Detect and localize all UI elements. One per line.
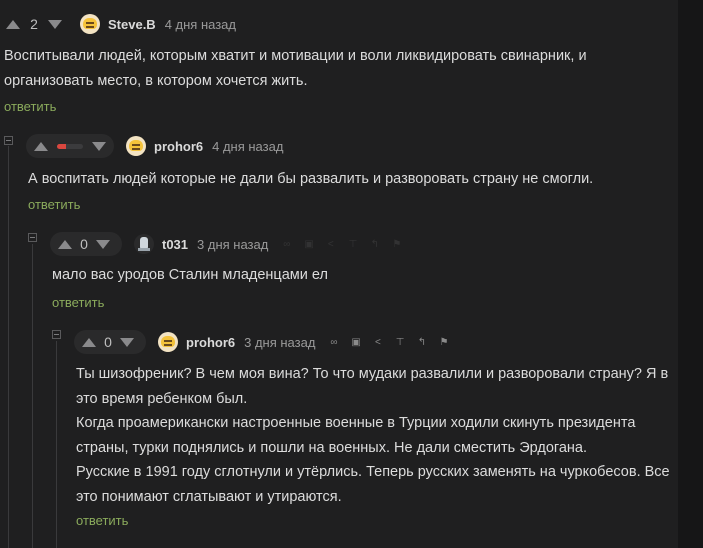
comment-line: организовать место, в котором хочется жи…: [4, 72, 308, 89]
comment-body: А воспитать людей которые не дали бы раз…: [28, 167, 593, 192]
upvote-icon[interactable]: [82, 337, 96, 347]
branch-icon[interactable]: ↰: [370, 239, 379, 249]
vote-block: 0: [50, 232, 122, 256]
comment-time[interactable]: 3 дня назад: [244, 335, 315, 350]
comment-author[interactable]: Steve.B: [108, 17, 156, 32]
comments-page: 2 Steve.B 4 дня назад Воспитывали людей,…: [0, 0, 678, 548]
page-scroll-area[interactable]: [678, 0, 703, 548]
share-icon[interactable]: <: [326, 239, 335, 249]
comment-tools: ∞ ▣ < ⊤ ↰ ⚑: [282, 239, 401, 249]
thread-line-1[interactable]: [8, 146, 9, 548]
collapse-toggle-2[interactable]: [28, 233, 37, 242]
comment-body: Воспитывали людей, которым хватит и моти…: [4, 44, 587, 93]
comment-line: Русские в 1991 году сглотнули и утёрлись…: [76, 464, 670, 480]
comment-header: 0 t031 3 дня назад ∞ ▣ < ⊤ ↰ ⚑: [50, 232, 401, 256]
reply-link[interactable]: ответить: [52, 295, 104, 310]
comment-score: 0: [80, 236, 88, 252]
comment-time[interactable]: 4 дня назад: [165, 17, 236, 32]
collapse-toggle-1[interactable]: [4, 136, 13, 145]
comment-body: Ты шизофреник? В чем моя вина? То что му…: [76, 362, 670, 509]
reply-link[interactable]: ответить: [4, 99, 56, 114]
share-icon[interactable]: <: [373, 337, 382, 347]
comment-line: А воспитать людей которые не дали бы раз…: [28, 171, 594, 187]
jump-to-parent-icon[interactable]: ⊤: [348, 239, 357, 249]
comment-header: 0 prohor6 3 дня назад ∞ ▣ < ⊤ ↰ ⚑: [74, 330, 448, 354]
save-icon[interactable]: ▣: [304, 239, 313, 249]
comment-line: Когда проамерикански настроенные военные…: [76, 415, 636, 431]
thread-line-3[interactable]: [56, 341, 57, 548]
comment-time[interactable]: 4 дня назад: [212, 139, 283, 154]
comment-author[interactable]: prohor6: [186, 335, 235, 350]
comment-line: страны, турки поднялись и пошли на военн…: [76, 439, 588, 456]
score-bar: [57, 143, 83, 149]
avatar[interactable]: [126, 136, 146, 156]
comment-line: это время ребенком был.: [76, 390, 248, 407]
branch-icon[interactable]: ↰: [417, 337, 426, 347]
comment-header: prohor6 4 дня назад: [26, 134, 283, 158]
avatar[interactable]: [134, 234, 154, 254]
comment-time[interactable]: 3 дня назад: [197, 237, 268, 252]
comment-author[interactable]: prohor6: [154, 139, 203, 154]
comment-score: 2: [30, 16, 38, 32]
downvote-icon[interactable]: [96, 239, 110, 249]
vote-block: [26, 134, 114, 158]
thread-line-2[interactable]: [32, 244, 33, 548]
comment-author[interactable]: t031: [162, 237, 188, 252]
collapse-toggle-3[interactable]: [52, 330, 61, 339]
vote-block: 0: [74, 330, 146, 354]
comment-line: мало вас уродов Сталин младенцами ел: [52, 267, 328, 283]
downvote-icon[interactable]: [120, 337, 134, 347]
comment-score: 0: [104, 334, 112, 350]
comment-tools: ∞ ▣ < ⊤ ↰ ⚑: [329, 337, 448, 347]
jump-to-parent-icon[interactable]: ⊤: [395, 337, 405, 347]
upvote-icon[interactable]: [58, 239, 72, 249]
avatar[interactable]: [158, 332, 178, 352]
upvote-icon[interactable]: [34, 141, 48, 151]
link-icon[interactable]: ∞: [282, 239, 291, 249]
avatar[interactable]: [80, 14, 100, 34]
report-flag-icon[interactable]: ⚑: [392, 239, 401, 249]
comment-line: это понимают сглатывают и утираются.: [76, 488, 342, 505]
comment-line: Ты шизофреник? В чем моя вина? То что му…: [76, 366, 669, 382]
reply-link[interactable]: ответить: [76, 513, 128, 528]
report-flag-icon[interactable]: ⚑: [439, 337, 448, 347]
downvote-icon[interactable]: [48, 19, 62, 29]
comment-header: 2 Steve.B 4 дня назад: [6, 12, 236, 36]
comment-line: Воспитывали людей, которым хватит и моти…: [4, 48, 587, 64]
upvote-icon[interactable]: [6, 19, 20, 29]
reply-link[interactable]: ответить: [28, 197, 80, 212]
vote-block: 2: [6, 12, 62, 36]
downvote-icon[interactable]: [92, 141, 106, 151]
save-icon[interactable]: ▣: [351, 337, 360, 347]
score-bar-negative: [57, 143, 67, 149]
link-icon[interactable]: ∞: [329, 337, 338, 347]
comment-body: мало вас уродов Сталин младенцами ел: [52, 263, 328, 288]
